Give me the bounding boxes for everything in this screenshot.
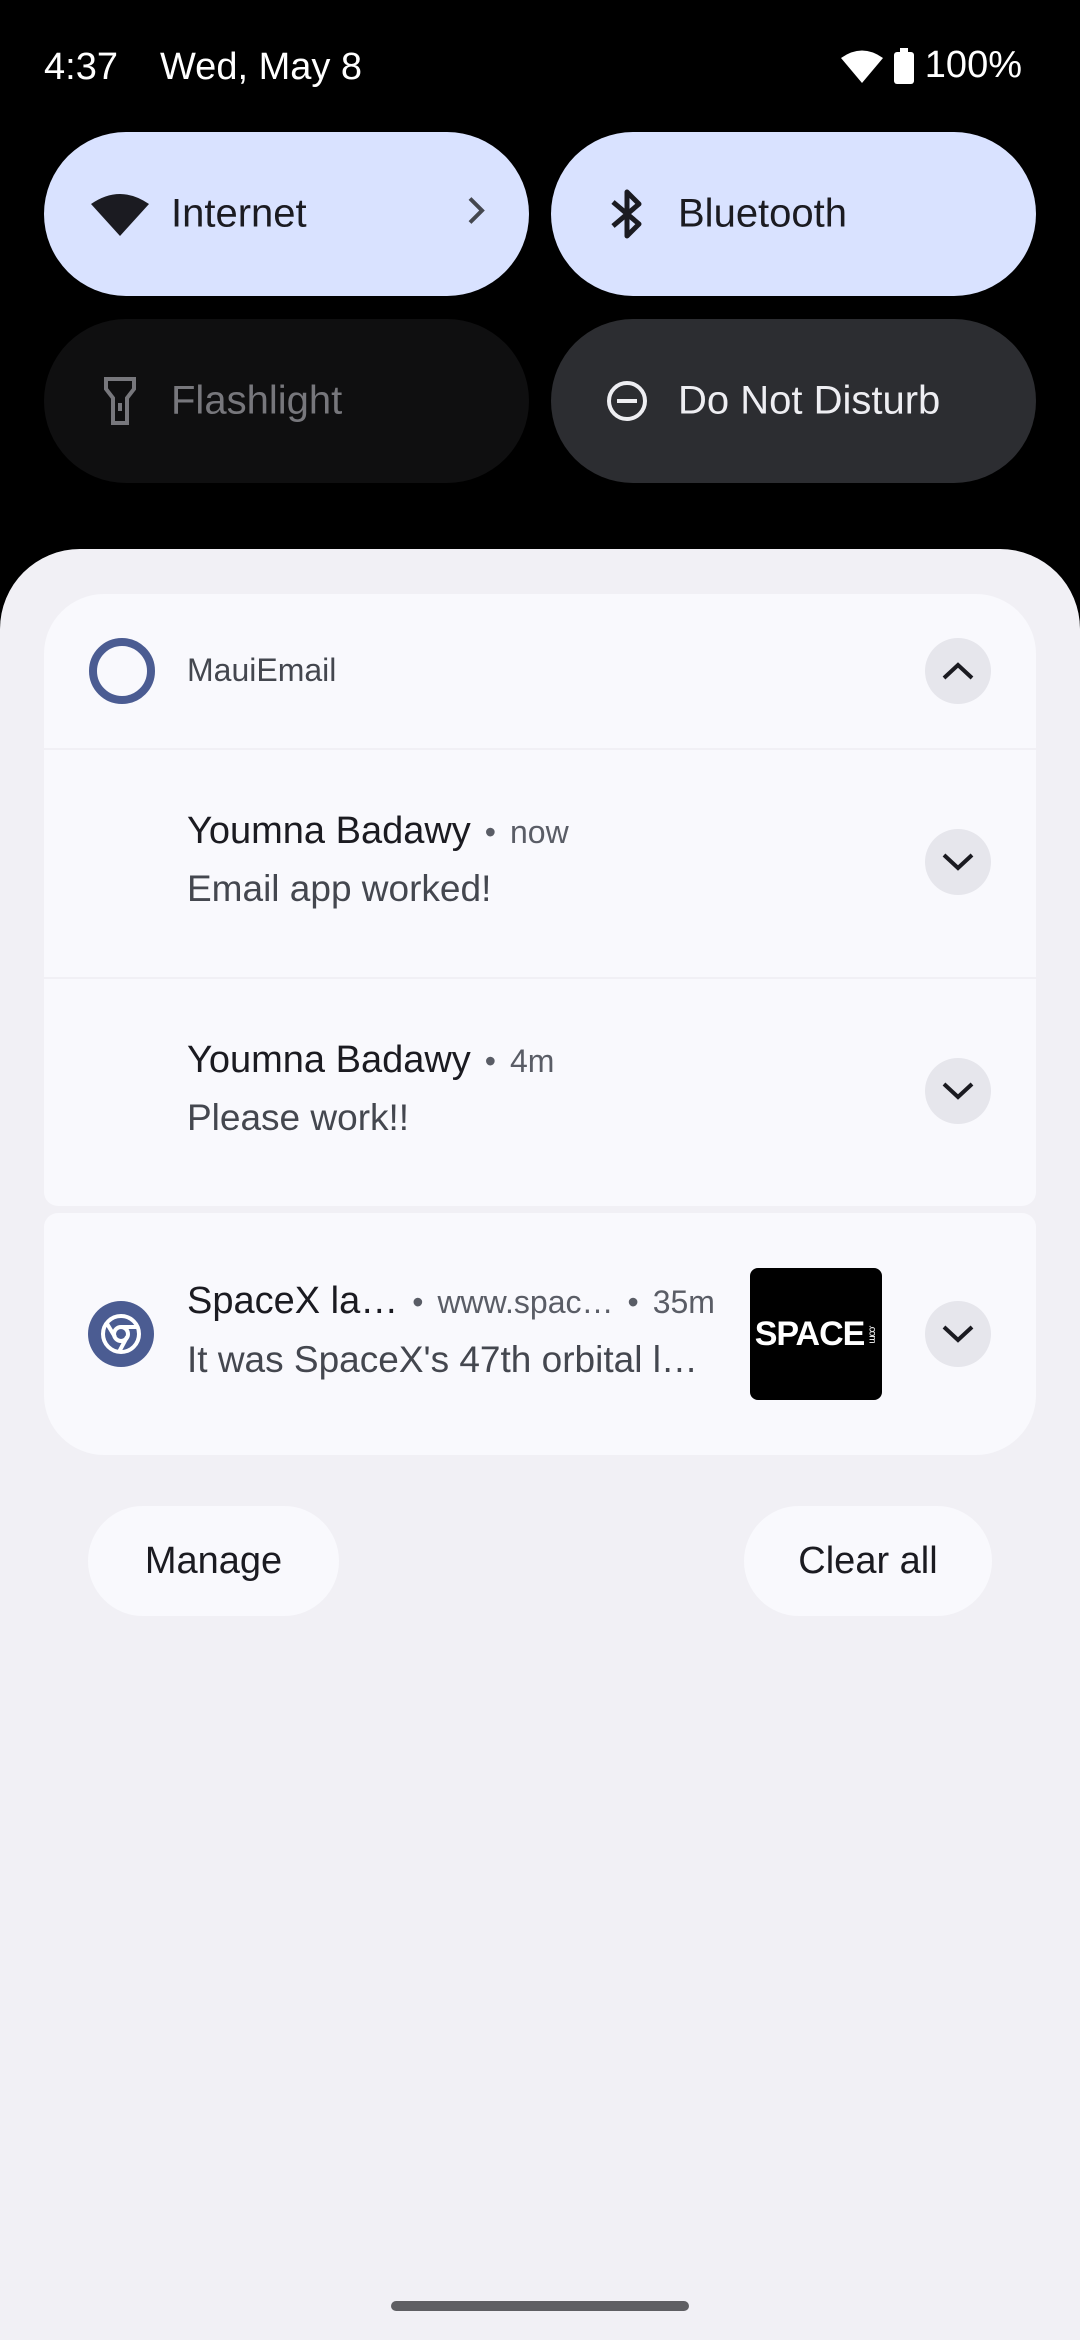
separator-dot: •: [627, 1284, 639, 1320]
app-icon: [89, 638, 155, 704]
chevron-down-icon: [942, 853, 974, 871]
thumbnail-small-text: .com: [866, 1325, 878, 1343]
notification-time: now: [510, 814, 569, 850]
notification-title-row: Youmna Badawy • now: [187, 810, 569, 853]
status-time: 4:37: [44, 46, 118, 88]
notification-title-row: SpaceX la… • www.spac… • 35m: [187, 1280, 715, 1323]
notification-title: SpaceX la…: [187, 1280, 399, 1322]
wifi-icon: [88, 182, 152, 246]
bluetooth-icon: [595, 182, 659, 246]
notification-title-row: Youmna Badawy • 4m: [187, 1039, 554, 1082]
status-bar: 4:37 Wed, May 8 100%: [0, 0, 1080, 130]
internet-label: Internet: [171, 191, 307, 236]
notification-body: It was SpaceX's 47th orbital l…: [187, 1339, 698, 1380]
thumbnail-image: SPACE .com: [750, 1268, 882, 1400]
manage-button[interactable]: Manage: [88, 1506, 339, 1616]
notification-body: Please work!!: [187, 1097, 410, 1138]
clear-all-button[interactable]: Clear all: [744, 1506, 992, 1616]
notification-time: 4m: [510, 1043, 555, 1079]
battery-icon: [893, 47, 914, 84]
notification-site: www.spac…: [437, 1284, 614, 1320]
bluetooth-label: Bluetooth: [678, 191, 848, 236]
chevron-up-icon: [942, 662, 974, 680]
thumbnail-text: SPACE: [754, 1314, 866, 1353]
sender-name: Youmna Badawy: [187, 1039, 471, 1081]
status-icons: 100%: [840, 44, 1022, 87]
internet-tile[interactable]: Internet: [44, 132, 529, 296]
separator-dot: •: [484, 814, 496, 850]
flashlight-icon: [88, 369, 152, 433]
collapse-button[interactable]: [925, 638, 991, 704]
battery-percent: 100%: [924, 44, 1022, 86]
status-date: Wed, May 8: [160, 46, 363, 88]
chevron-right-icon: [465, 192, 487, 237]
flashlight-label: Flashlight: [171, 378, 343, 423]
notification-item[interactable]: Youmna Badawy • now Email app worked!: [44, 750, 1036, 977]
notification-body: Email app worked!: [187, 868, 492, 909]
notification-group-header[interactable]: MauiEmail: [44, 594, 1036, 748]
app-name: MauiEmail: [187, 652, 337, 688]
chevron-down-icon: [942, 1082, 974, 1100]
wifi-icon: [840, 50, 883, 83]
chrome-notification[interactable]: SpaceX la… • www.spac… • 35m It was Spac…: [44, 1213, 1036, 1455]
chrome-icon: [88, 1301, 154, 1367]
notification-item[interactable]: Youmna Badawy • 4m Please work!!: [44, 979, 1036, 1206]
notification-time: 35m: [652, 1284, 715, 1320]
expand-button[interactable]: [925, 1058, 991, 1124]
do-not-disturb-icon: [595, 369, 659, 433]
bluetooth-tile[interactable]: Bluetooth: [551, 132, 1036, 296]
expand-button[interactable]: [925, 1301, 991, 1367]
separator-dot: •: [484, 1043, 496, 1079]
home-indicator[interactable]: [391, 2301, 689, 2311]
dnd-tile[interactable]: Do Not Disturb: [551, 319, 1036, 483]
sender-name: Youmna Badawy: [187, 810, 471, 852]
separator-dot: •: [412, 1284, 424, 1320]
expand-button[interactable]: [925, 829, 991, 895]
dnd-label: Do Not Disturb: [678, 378, 941, 423]
flashlight-tile[interactable]: Flashlight: [44, 319, 529, 483]
chevron-down-icon: [942, 1325, 974, 1343]
